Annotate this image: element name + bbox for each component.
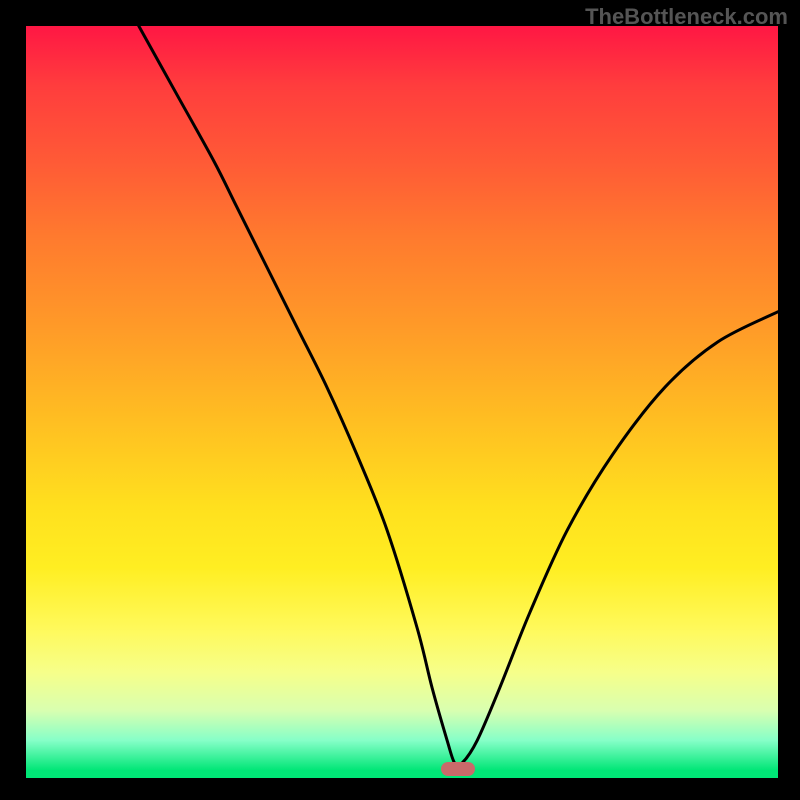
bottleneck-curve [26, 26, 778, 778]
plot-area [26, 26, 778, 778]
watermark-text: TheBottleneck.com [585, 4, 788, 30]
optimal-point-marker [441, 762, 475, 776]
chart-frame: TheBottleneck.com [0, 0, 800, 800]
